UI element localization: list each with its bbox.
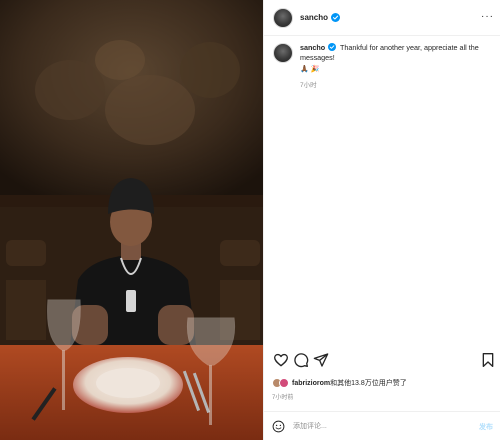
post-username[interactable]: sancho	[300, 13, 328, 22]
caption-message: Thankful for another year, appreciate al…	[300, 43, 479, 62]
smiley-icon[interactable]	[272, 420, 285, 433]
verified-badge-icon	[331, 13, 341, 22]
likes-summary: fabriziorom和其他13.8万位用户赞了	[272, 378, 407, 388]
likes-username[interactable]: fabriziorom	[292, 380, 330, 387]
caption-timestamp[interactable]: 7小时	[300, 79, 490, 89]
share-icon[interactable]	[313, 352, 329, 368]
post-caption: sancho Thankful for another year, apprec…	[273, 43, 495, 89]
caption-text: sancho Thankful for another year, apprec…	[300, 43, 490, 63]
post-header: sancho ···	[264, 0, 500, 36]
caption-avatar[interactable]	[273, 43, 293, 63]
caption-body: sancho Thankful for another year, apprec…	[300, 43, 490, 89]
likes-rest: 和其他13.8万位用户赞了	[330, 380, 407, 387]
post-photo	[0, 0, 263, 440]
liker-avatar	[279, 378, 289, 388]
comment-input[interactable]	[293, 419, 463, 433]
post-side-panel: sancho ··· sancho Thankful for another y…	[263, 0, 500, 440]
caption-username[interactable]: sancho	[300, 43, 325, 52]
caption-emoji: 🙏🏾 🎉	[300, 66, 320, 73]
post-actions	[271, 352, 496, 370]
heart-icon[interactable]	[273, 352, 289, 368]
comment-icon[interactable]	[293, 352, 309, 368]
post-timestamp: 7小时前	[272, 395, 294, 401]
bookmark-icon[interactable]	[480, 352, 496, 368]
avatar[interactable]	[273, 7, 293, 28]
post-comment-button[interactable]: 发布	[479, 422, 493, 432]
likes-text[interactable]: fabriziorom和其他13.8万位用户赞了	[292, 378, 407, 388]
comment-bar: 发布	[264, 411, 500, 440]
more-options-icon[interactable]: ···	[481, 12, 494, 22]
caption-verified-badge-icon	[328, 43, 337, 51]
